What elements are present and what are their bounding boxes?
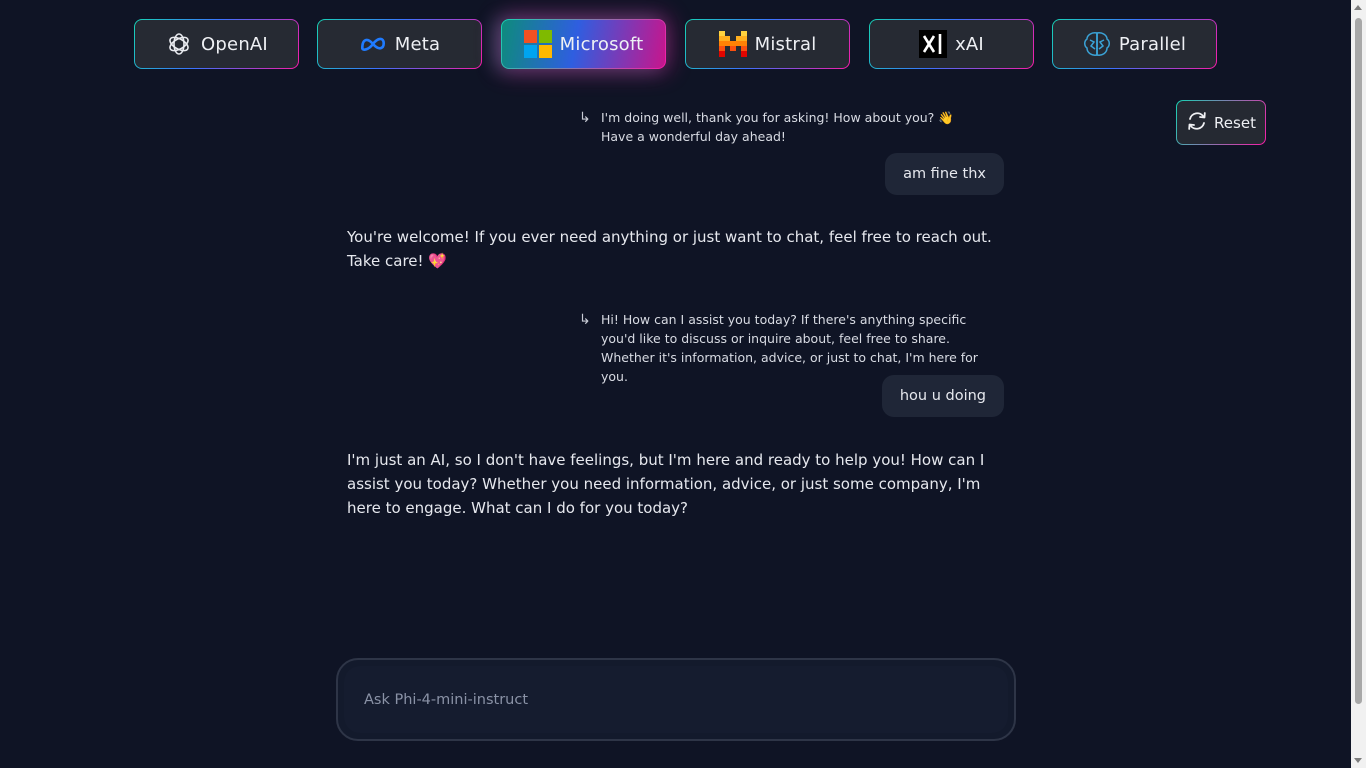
refresh-icon (1186, 110, 1208, 136)
reply-arrow-icon: ↳ (579, 110, 591, 126)
meta-icon (359, 30, 387, 58)
scrollbar-thumb[interactable] (1355, 18, 1362, 704)
quoted-reply-text: I'm doing well, thank you for asking! Ho… (601, 110, 954, 144)
provider-label: Microsoft (559, 33, 644, 55)
page-scrollbar[interactable] (1351, 0, 1366, 768)
reset-button[interactable]: Reset (1176, 100, 1266, 145)
user-message: am fine thx (885, 153, 1004, 195)
provider-label: Mistral (754, 33, 817, 55)
user-message: hou u doing (881, 375, 1004, 417)
openai-icon (165, 30, 193, 58)
provider-label: Parallel (1118, 33, 1187, 55)
provider-label: xAI (955, 33, 984, 55)
provider-tab-microsoft[interactable]: Microsoft (501, 19, 666, 69)
provider-label: OpenAI (201, 33, 268, 55)
reset-label: Reset (1214, 113, 1256, 132)
xai-icon (919, 30, 948, 58)
provider-tab-openai[interactable]: OpenAI (134, 19, 299, 69)
scroll-up-arrow-icon[interactable] (1354, 5, 1362, 10)
chat-app: OpenAI Meta Microsoft Mistral xAI Parall… (0, 0, 1366, 768)
microsoft-icon (523, 30, 552, 58)
provider-label: Meta (394, 33, 441, 55)
prompt-input[interactable] (344, 666, 1008, 733)
provider-tab-xai[interactable]: xAI (869, 19, 1034, 69)
provider-tab-parallel[interactable]: Parallel (1052, 19, 1217, 69)
quoted-reply: ↳ I'm doing well, thank you for asking! … (579, 108, 979, 146)
prompt-box-inner (344, 666, 1008, 733)
assistant-message: You're welcome! If you ever need anythin… (347, 228, 992, 270)
scroll-down-arrow-icon[interactable] (1354, 758, 1362, 763)
provider-tab-meta[interactable]: Meta (317, 19, 482, 69)
assistant-message: I'm just an AI, so I don't have feelings… (347, 451, 985, 517)
reply-arrow-icon: ↳ (579, 312, 591, 328)
parallel-brain-icon (1083, 30, 1111, 58)
prompt-box (336, 658, 1016, 741)
provider-tab-mistral[interactable]: Mistral (685, 19, 850, 69)
mistral-icon (718, 30, 747, 58)
